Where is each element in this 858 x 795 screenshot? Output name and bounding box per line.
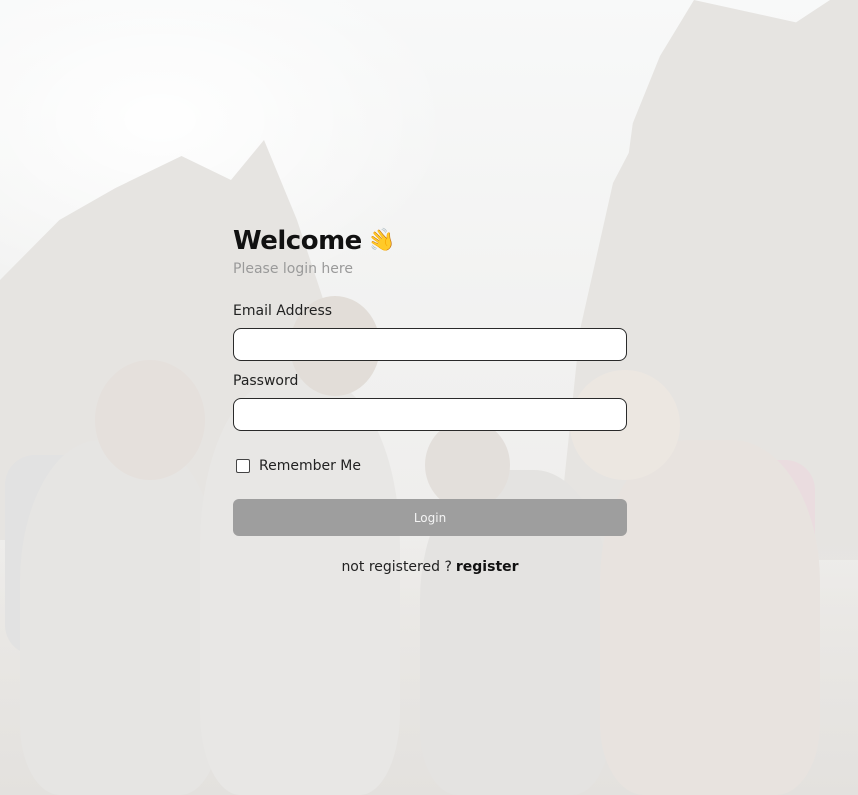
password-field[interactable] xyxy=(233,398,627,431)
remember-me-checkbox[interactable] xyxy=(236,459,250,473)
hiker-4 xyxy=(600,440,820,795)
hiker-1 xyxy=(20,440,220,795)
remember-me-label[interactable]: Remember Me xyxy=(259,458,361,474)
page-subtitle: Please login here xyxy=(233,261,353,277)
register-link[interactable]: register xyxy=(456,559,519,575)
login-button[interactable]: Login xyxy=(233,499,627,536)
password-label: Password xyxy=(233,373,299,389)
login-form: Welcome 👋 Please login here Email Addres… xyxy=(233,224,627,577)
register-row: not registered ? register xyxy=(233,559,627,577)
hiker-1-head xyxy=(95,360,205,480)
register-prompt: not registered ? xyxy=(341,559,452,575)
title-row: Welcome 👋 xyxy=(233,224,627,258)
page-title: Welcome xyxy=(233,226,362,256)
waving-hand-icon: 👋 xyxy=(365,225,398,257)
email-label: Email Address xyxy=(233,303,333,319)
remember-me-row[interactable]: Remember Me xyxy=(236,457,627,475)
email-field[interactable] xyxy=(233,328,627,361)
